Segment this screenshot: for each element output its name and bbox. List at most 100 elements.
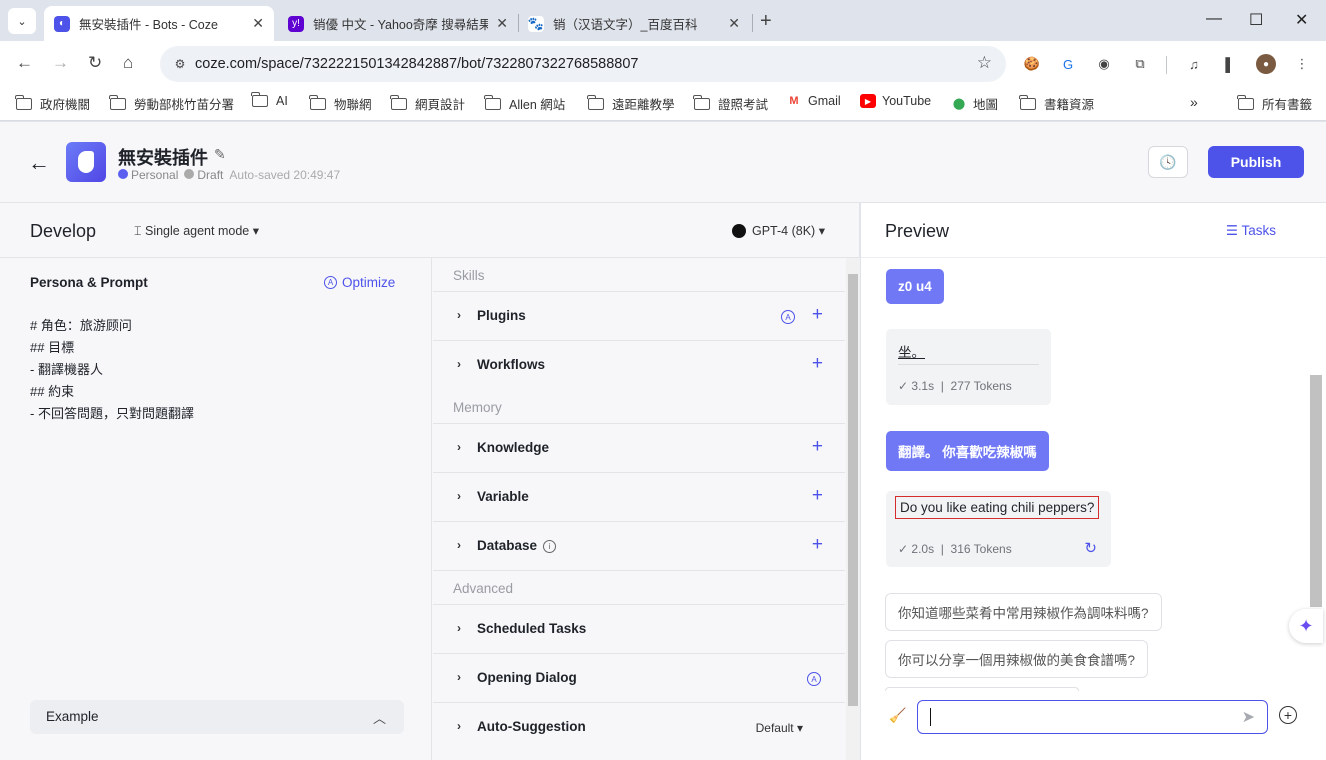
more-bookmarks-icon[interactable]: »	[1190, 94, 1198, 110]
tab-close-icon[interactable]: ✕	[252, 15, 264, 32]
preview-scrollbar-thumb[interactable]	[1310, 375, 1322, 607]
bookmark-item[interactable]: Allen 網站	[484, 94, 565, 113]
tab-yahoo[interactable]: y! 销優 中文 - Yahoo奇摩 搜尋結果 ✕	[278, 6, 518, 41]
skill-knowledge[interactable]: › Knowledge +	[433, 423, 845, 472]
site-info-icon[interactable]: ⚙	[170, 54, 190, 74]
bot-avatar[interactable]	[66, 142, 106, 182]
bookmark-item[interactable]: ▶ YouTube	[860, 94, 931, 108]
bookmark-item[interactable]: 網頁設計	[390, 94, 465, 113]
url-text[interactable]: coze.com/space/7322221501342842887/bot/7…	[195, 56, 638, 72]
reload-icon[interactable]: ↻	[88, 53, 102, 73]
skill-opening-dialog[interactable]: › Opening Dialog A	[433, 653, 845, 702]
tab-close-icon[interactable]: ✕	[728, 15, 740, 32]
skill-auto-suggestion[interactable]: › Auto-Suggestion Default ▾	[433, 702, 845, 751]
all-bookmarks[interactable]: 所有書籤	[1237, 94, 1312, 113]
publish-button[interactable]: Publish	[1208, 146, 1304, 178]
bookmark-item[interactable]: ⬤ 地圖	[951, 94, 998, 113]
section-label: Skills	[453, 268, 485, 283]
folder-icon	[1237, 94, 1254, 110]
add-attachment-icon[interactable]: +	[1279, 706, 1297, 724]
suggestion-chip[interactable]: 你可以分享一個用辣椒做的美食食譜嗎?	[885, 640, 1149, 678]
tasks-button[interactable]: ☰ Tasks	[1226, 223, 1276, 239]
tab-title: 销（汉语文字）_百度百科	[553, 18, 698, 32]
bookmark-item[interactable]: 物聯網	[309, 94, 372, 113]
window-close-icon[interactable]: ✕	[1295, 10, 1308, 30]
bookmark-item[interactable]: 遠距離教學	[587, 94, 675, 113]
history-button[interactable]: 🕓	[1148, 146, 1188, 178]
add-variable-icon[interactable]: +	[812, 485, 823, 507]
ai-icon[interactable]: A	[807, 672, 821, 686]
clear-history-icon[interactable]: 🧹	[889, 707, 906, 724]
forward-icon[interactable]: →	[52, 53, 69, 73]
message-meta: ✓ 3.1s | 277 Tokens	[898, 379, 1012, 393]
chatgpt-extension-icon[interactable]: ◉	[1094, 54, 1114, 74]
folder-icon	[109, 94, 126, 110]
back-icon[interactable]: ←	[16, 53, 33, 73]
bookmark-item[interactable]: 勞動部桃竹苗分署	[109, 94, 234, 113]
bookmark-item[interactable]: 證照考試	[693, 94, 768, 113]
skills-scrollbar-thumb[interactable]	[848, 274, 858, 706]
check-icon: ✓	[898, 379, 912, 393]
bot-header: ← 無安裝插件 ✎ Personal Draft Auto-saved 20:4…	[0, 122, 1326, 203]
auto-suggestion-dropdown[interactable]: Default ▾	[756, 721, 803, 735]
add-knowledge-icon[interactable]: +	[812, 436, 823, 458]
bookmark-star-icon[interactable]: ☆	[977, 53, 992, 73]
tab-divider	[752, 14, 753, 32]
address-bar[interactable]: ⚙ coze.com/space/7322221501342842887/bot…	[160, 46, 1006, 82]
skill-workflows[interactable]: › Workflows +	[433, 340, 845, 389]
regenerate-icon[interactable]: ↻	[1084, 539, 1097, 557]
bot-message-text: 坐。	[898, 345, 925, 360]
bookmark-item[interactable]: 政府機關	[15, 94, 90, 113]
bookmark-item[interactable]: 書籍資源	[1019, 94, 1094, 113]
browser-menu-icon[interactable]: ⋮	[1292, 54, 1312, 74]
side-panel-icon[interactable]: ▌	[1220, 54, 1240, 74]
tab-coze[interactable]: ◐ 無安裝插件 - Bots - Coze ✕	[44, 6, 274, 41]
tab-close-icon[interactable]: ✕	[496, 15, 508, 32]
skill-scheduled-tasks[interactable]: › Scheduled Tasks	[433, 604, 845, 653]
develop-header: Develop ⌶ Single agent mode ▾ GPT-4 (8K)…	[0, 203, 860, 258]
bookmark-item[interactable]: M Gmail	[786, 94, 840, 108]
extension-cookie-icon[interactable]: 🍪	[1022, 54, 1042, 74]
tab-search-button[interactable]: ⌄	[8, 8, 36, 34]
new-tab-icon[interactable]: +	[760, 10, 772, 33]
back-arrow-icon[interactable]: ←	[28, 150, 50, 176]
maximize-icon[interactable]: ☐	[1249, 10, 1263, 30]
optimize-button[interactable]: A Optimize	[324, 275, 395, 290]
profile-avatar[interactable]: ●	[1256, 54, 1276, 74]
minimize-icon[interactable]: —	[1206, 10, 1222, 28]
add-plugin-icon[interactable]: +	[812, 304, 823, 326]
extensions-puzzle-icon[interactable]: ⧉	[1130, 54, 1150, 74]
skill-database[interactable]: › Database i +	[433, 521, 845, 570]
browser-tabstrip: ⌄ ◐ 無安裝插件 - Bots - Coze ✕ y! 销優 中文 - Yah…	[0, 0, 1326, 41]
chevron-up-icon[interactable]: ︿	[373, 708, 386, 727]
bot-name: 無安裝插件	[118, 148, 208, 168]
prompt-editor[interactable]: # 角色：旅游顾问 ## 目標 - 翻譯機器人 ## 約束 - 不回答問題，只對…	[30, 315, 194, 425]
model-selector[interactable]: GPT-4 (8K) ▾	[732, 223, 825, 238]
media-control-icon[interactable]: ♫	[1184, 54, 1204, 74]
skill-label: Knowledge	[477, 440, 550, 455]
skill-plugins[interactable]: › Plugins A +	[433, 291, 845, 340]
folder-icon	[390, 94, 407, 110]
gmail-icon: M	[789, 95, 799, 107]
chevron-right-icon: ›	[457, 538, 461, 552]
skill-variable[interactable]: › Variable +	[433, 472, 845, 521]
suggestion-chip[interactable]: 你知道哪些菜肴中常用辣椒作為調味料嗎?	[885, 593, 1162, 631]
baidu-favicon-icon: 🐾	[527, 15, 545, 32]
edit-icon[interactable]: ✎	[214, 146, 226, 163]
send-icon[interactable]: ➤	[1242, 707, 1255, 727]
bookmark-label: 地圖	[973, 98, 999, 112]
example-section[interactable]: Example ︿	[30, 700, 404, 734]
sparkle-assistant-icon[interactable]: ✦	[1289, 609, 1323, 643]
prompt-line: ## 目標	[30, 340, 75, 355]
agent-mode-dropdown[interactable]: ⌶ Single agent mode ▾	[134, 223, 259, 239]
info-icon[interactable]: i	[543, 540, 556, 553]
chat-input[interactable]: ➤	[917, 700, 1268, 734]
ai-icon[interactable]: A	[781, 310, 795, 324]
tab-baidu[interactable]: 🐾 销（汉语文字）_百度百科 ✕	[518, 6, 750, 41]
add-workflow-icon[interactable]: +	[812, 353, 823, 375]
home-icon[interactable]: ⌂	[123, 53, 133, 73]
add-database-icon[interactable]: +	[812, 534, 823, 556]
bookmark-item[interactable]: AI	[251, 92, 288, 108]
develop-title: Develop	[30, 221, 97, 241]
translate-extension-icon[interactable]: G	[1058, 54, 1078, 74]
